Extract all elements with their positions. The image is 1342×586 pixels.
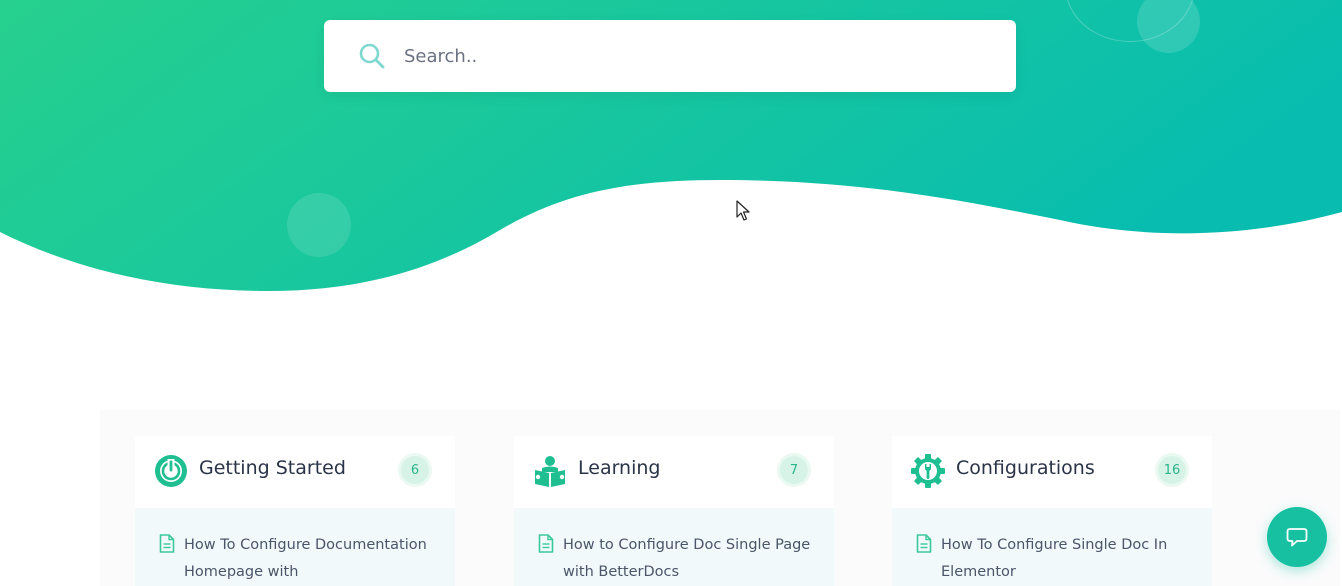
document-icon bbox=[538, 534, 554, 553]
chat-launcher-button[interactable] bbox=[1267, 507, 1327, 567]
doc-count-badge: 7 bbox=[777, 453, 811, 487]
search-input[interactable] bbox=[404, 40, 984, 72]
document-icon bbox=[159, 534, 175, 553]
doc-list: How to Configure Doc Single Page with Be… bbox=[514, 508, 834, 586]
document-icon bbox=[916, 534, 932, 553]
doc-link[interactable]: How to Configure Doc Single Page with Be… bbox=[563, 532, 825, 586]
gear-wrench-icon bbox=[911, 454, 945, 488]
category-card-configurations[interactable]: Configurations 16 How To Configure Singl… bbox=[892, 436, 1212, 586]
reading-person-icon bbox=[535, 456, 565, 487]
chat-bubble-icon[interactable] bbox=[1285, 525, 1309, 549]
doc-list: How To Configure Single Doc In Elementor bbox=[892, 508, 1212, 586]
category-title[interactable]: Getting Started bbox=[199, 457, 346, 479]
category-title[interactable]: Learning bbox=[578, 457, 661, 479]
category-card-getting-started[interactable]: Getting Started 6 How To Configure Docum… bbox=[135, 436, 455, 586]
category-card-learning[interactable]: Learning 7 How to Configure Doc Single P… bbox=[514, 436, 834, 586]
doc-count-badge: 16 bbox=[1155, 453, 1189, 487]
category-title[interactable]: Configurations bbox=[956, 457, 1095, 479]
doc-count-badge: 6 bbox=[398, 453, 432, 487]
category-header[interactable]: Learning 7 bbox=[514, 436, 834, 508]
doc-list: How To Configure Documentation Homepage … bbox=[135, 508, 455, 586]
decorative-circle bbox=[287, 193, 351, 257]
doc-link[interactable]: How To Configure Single Doc In Elementor bbox=[941, 532, 1203, 586]
search-icon[interactable] bbox=[358, 42, 386, 70]
search-box[interactable] bbox=[324, 20, 1016, 92]
category-header[interactable]: Getting Started 6 bbox=[135, 436, 455, 508]
doc-link[interactable]: How To Configure Documentation Homepage … bbox=[184, 532, 446, 586]
mouse-cursor-icon bbox=[736, 200, 750, 221]
power-icon bbox=[155, 455, 187, 487]
category-header[interactable]: Configurations 16 bbox=[892, 436, 1212, 508]
